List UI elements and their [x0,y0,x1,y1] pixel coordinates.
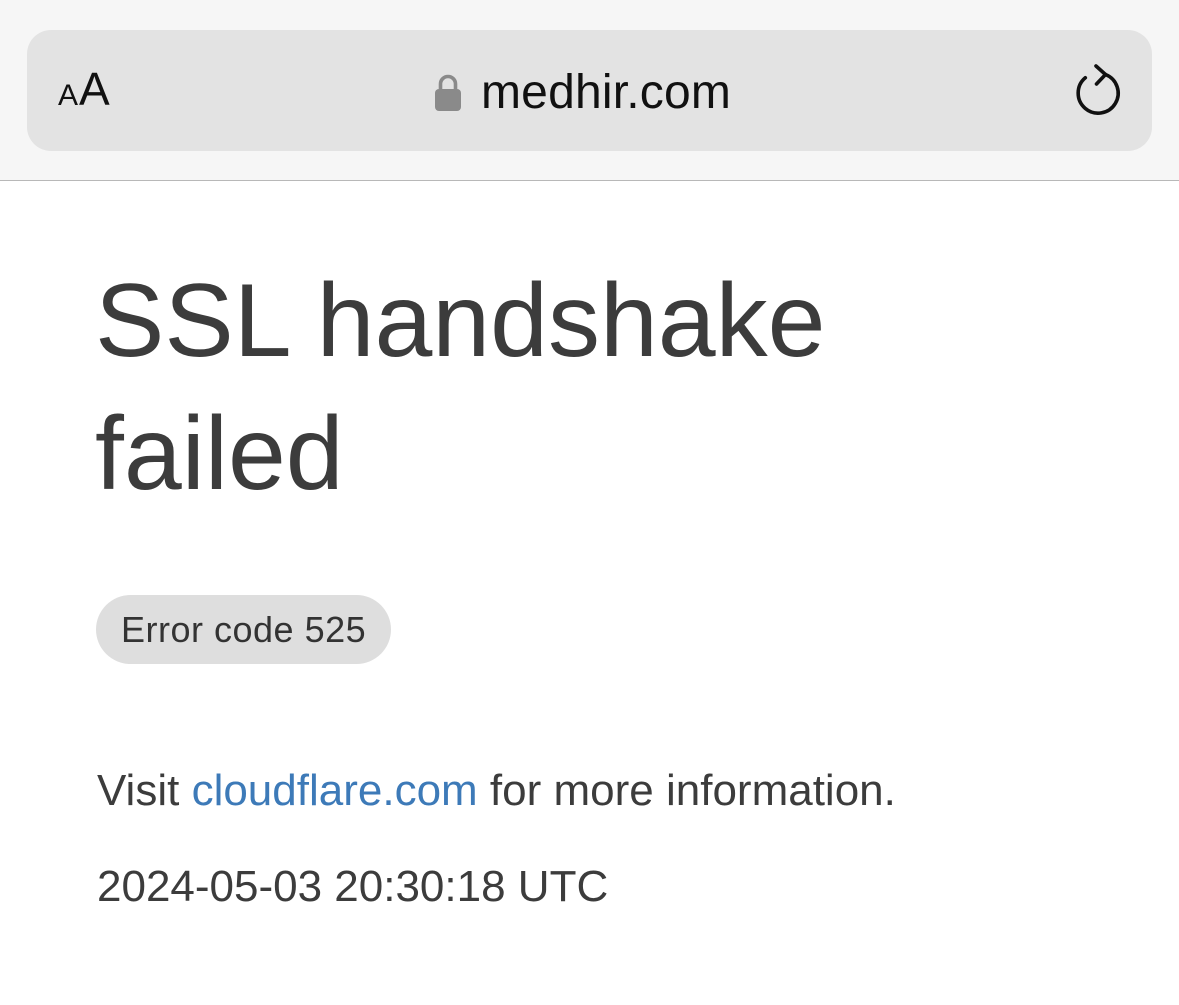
text-size-small-letter: A [58,79,79,112]
text-size-large-letter: A [79,63,110,115]
text-size-button[interactable]: A A [58,62,110,122]
url-display[interactable]: medhir.com [433,62,731,122]
info-prefix: Visit [97,766,192,815]
info-message: Visit cloudflare.com for more informatio… [97,766,896,816]
error-code-badge: Error code 525 [96,595,392,664]
url-text: medhir.com [481,65,732,119]
timestamp: 2024-05-03 20:30:18 UTC [97,862,609,911]
browser-toolbar: A A medhir.com [0,0,1179,181]
cloudflare-link[interactable]: cloudflare.com [192,766,478,815]
info-suffix: for more information. [477,766,896,815]
page-title: SSL handshake failed [95,263,826,512]
lock-icon [435,74,461,111]
reload-icon[interactable] [1070,60,1126,120]
